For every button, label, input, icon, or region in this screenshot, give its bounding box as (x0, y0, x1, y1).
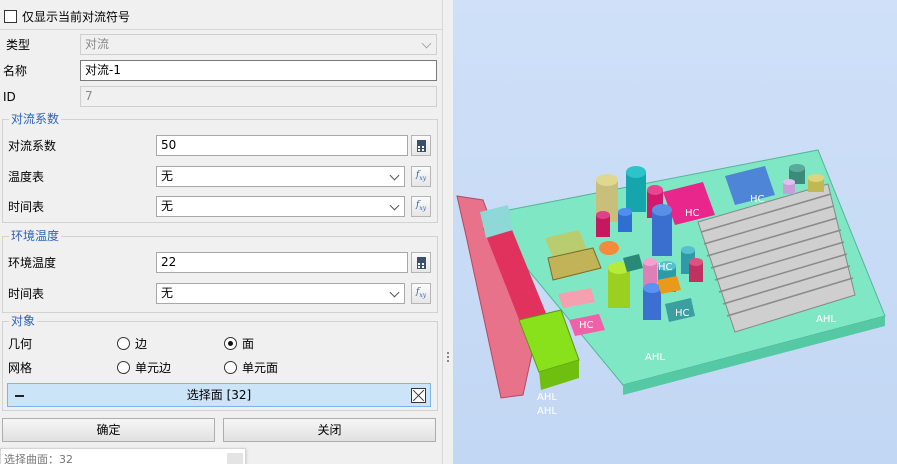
radio-face-label: 面 (242, 337, 255, 351)
radio-element-face[interactable] (224, 361, 237, 374)
viewport-tag: HC (675, 308, 690, 319)
close-button[interactable]: 关闭 (223, 418, 436, 442)
clear-selection-icon[interactable] (411, 388, 426, 403)
viewport-tag: HC (750, 194, 765, 205)
selection-text: 选择面 [32] (186, 388, 252, 402)
show-current-only-checkbox[interactable] (4, 10, 17, 23)
geometry-label: 几何 (8, 337, 33, 351)
ambient-value: 22 (161, 255, 177, 269)
3d-viewport[interactable]: HC HC HC HC HC AHL AHL AHL AHL (453, 0, 897, 464)
radio-edge-label: 边 (135, 337, 148, 351)
show-current-only-label: 仅显示当前对流符号 (22, 10, 131, 24)
radio-edge[interactable] (117, 337, 130, 350)
chevron-down-icon (389, 200, 400, 211)
temp-function-button[interactable]: fxy (411, 166, 431, 187)
ambient-time-table-combo[interactable]: 无 (156, 283, 405, 304)
type-combo: 对流 (80, 34, 437, 55)
chevron-down-icon (421, 38, 432, 49)
calculator-button[interactable] (411, 252, 431, 273)
name-input[interactable]: 对流-1 (80, 60, 437, 81)
id-input: 7 (80, 86, 437, 107)
chevron-down-icon (389, 287, 400, 298)
function-icon: fxy (416, 200, 427, 212)
ambient-time-function-button[interactable]: fxy (411, 283, 431, 304)
ambient-time-table-value: 无 (161, 286, 174, 300)
ambient-label: 环境温度 (8, 256, 57, 270)
coef-time-table-combo[interactable]: 无 (156, 196, 405, 217)
viewport-tag: HC (685, 208, 700, 219)
mesh-label: 网格 (8, 361, 33, 375)
coefficient-group-title: 对流系数 (9, 112, 62, 126)
function-icon: fxy (416, 287, 427, 299)
ambient-group-title: 环境温度 (9, 229, 62, 243)
ok-button[interactable]: 确定 (2, 418, 215, 442)
coef-time-function-button[interactable]: fxy (411, 196, 431, 217)
chevron-down-icon (389, 170, 400, 181)
viewport-tag: AHL (816, 314, 836, 325)
object-group-title: 对象 (9, 314, 38, 328)
calculator-icon (417, 257, 426, 269)
name-label: 名称 (3, 64, 28, 78)
coefficient-label: 对流系数 (8, 139, 57, 153)
selection-tooltip: 选择曲面：32 (0, 448, 246, 464)
coef-time-table-label: 时间表 (8, 200, 45, 214)
radio-face[interactable] (224, 337, 237, 350)
radio-element-edge[interactable] (117, 361, 130, 374)
divider (0, 29, 442, 30)
pcb-model[interactable] (453, 0, 897, 464)
coefficient-input[interactable]: 50 (156, 135, 408, 156)
calculator-button[interactable] (411, 135, 431, 156)
viewport-tag: HC (658, 262, 673, 273)
ambient-input[interactable]: 22 (156, 252, 408, 273)
panel-splitter[interactable] (442, 0, 453, 464)
type-value: 对流 (85, 37, 110, 51)
coefficient-value: 50 (161, 138, 177, 152)
tooltip-text: 选择曲面：32 (4, 453, 73, 464)
splitter-grip-icon[interactable] (446, 350, 450, 370)
function-icon: fxy (416, 170, 427, 182)
selection-list-item[interactable]: 选择面 [32] (7, 383, 431, 407)
radio-element-edge-label: 单元边 (135, 361, 172, 375)
viewport-tag: AHL (537, 406, 557, 417)
viewport-tag: AHL (537, 392, 557, 403)
ambient-time-table-label: 时间表 (8, 287, 45, 301)
viewport-tag: AHL (645, 352, 665, 363)
coef-time-table-value: 无 (161, 199, 174, 213)
temp-table-combo[interactable]: 无 (156, 166, 405, 187)
properties-panel: 仅显示当前对流符号 类型 对流 名称 对流-1 ID 7 对流系数 对流系数 5… (0, 0, 442, 464)
temp-table-value: 无 (161, 169, 174, 183)
name-value: 对流-1 (85, 63, 121, 77)
viewport-tag: HC (579, 320, 594, 331)
calculator-icon (417, 140, 426, 152)
type-label: 类型 (6, 38, 31, 52)
id-value: 7 (85, 89, 93, 103)
radio-element-face-label: 单元面 (242, 361, 279, 375)
tooltip-scrollbar (227, 453, 243, 464)
temp-table-label: 温度表 (8, 170, 45, 184)
id-label: ID (3, 90, 16, 104)
